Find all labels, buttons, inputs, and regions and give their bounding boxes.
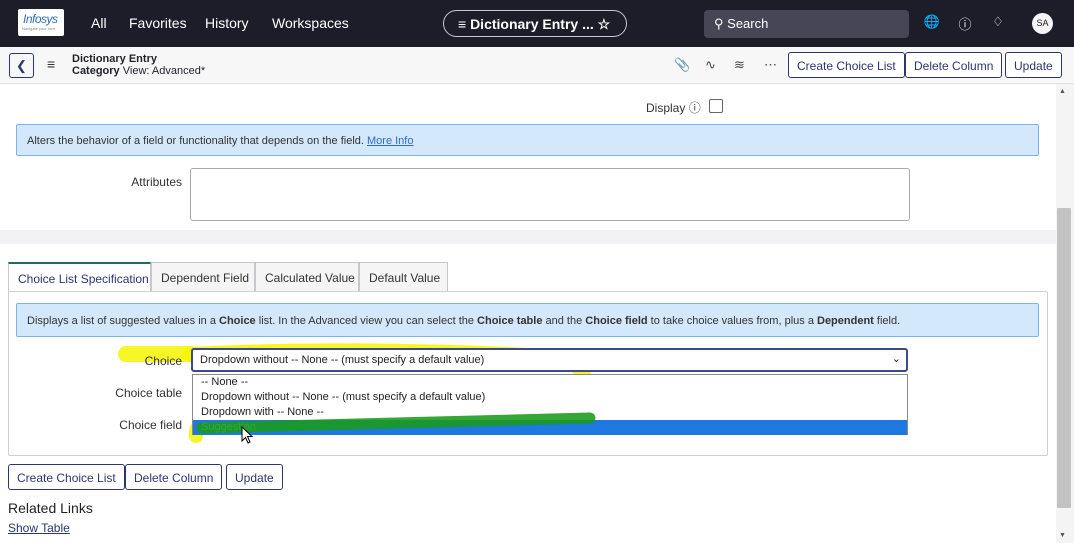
activity-icon[interactable]: ∿ [705, 57, 716, 73]
update-button[interactable]: Update [1005, 52, 1062, 78]
tab-dependent-field[interactable]: Dependent Field [151, 262, 255, 292]
option-none[interactable]: -- None -- [193, 375, 907, 390]
choice-field-label: Choice field [119, 418, 182, 432]
record-header: ❮ ≡ Dictionary Entry Category View: Adva… [0, 47, 1074, 84]
top-navigation-bar: Infosys Navigate your next All Favorites… [0, 0, 1074, 47]
choice-dropdown-list: -- None -- Dropdown without -- None -- (… [192, 374, 908, 435]
choice-info-term-field: Choice field [585, 315, 648, 327]
display-checkbox[interactable] [709, 99, 723, 113]
scroll-up-arrow-icon[interactable]: ▲ [1059, 88, 1066, 95]
nav-history[interactable]: History [205, 15, 249, 31]
attributes-label: Attributes [131, 175, 182, 189]
choice-info-text-3: and the [542, 315, 586, 327]
globe-icon[interactable]: 🌐 [923, 14, 941, 32]
company-logo[interactable]: Infosys Navigate your next [18, 9, 64, 36]
show-table-link[interactable]: Show Table [8, 521, 70, 535]
option-suggestion[interactable]: Suggestion [193, 420, 907, 435]
help-circle-icon[interactable]: ⓘ [689, 101, 701, 115]
chevron-down-icon: ⌄ [891, 353, 901, 365]
more-info-link[interactable]: More Info [367, 135, 413, 147]
paperclip-icon[interactable]: 📎 [674, 57, 690, 73]
nav-all[interactable]: All [91, 15, 107, 31]
back-button[interactable]: ❮ [9, 53, 34, 78]
attributes-info-box: Alters the behavior of a field or functi… [16, 124, 1039, 156]
create-choice-list-button[interactable]: Create Choice List [788, 52, 905, 78]
record-pill-label: Dictionary Entry ... [470, 16, 594, 32]
choice-table-label: Choice table [115, 386, 182, 400]
logo-text: Infosys [23, 12, 58, 26]
view-label: View: Advanced* [122, 65, 206, 77]
bottom-update-button[interactable]: Update [226, 464, 283, 490]
record-title: Dictionary Entry Category View: Advanced… [72, 53, 205, 77]
global-search[interactable]: ⚲ Search [704, 10, 909, 38]
choice-info-text-2: list. In the Advanced view you can selec… [255, 315, 478, 327]
scrollbar-thumb[interactable] [1057, 208, 1071, 508]
choice-select-value: Dropdown without -- None -- (must specif… [200, 354, 485, 366]
record-type: Dictionary Entry [72, 53, 157, 65]
option-dropdown-with-none[interactable]: Dropdown with -- None -- [193, 405, 907, 420]
choice-info-text-1: Displays a list of suggested values in a [27, 315, 219, 327]
choice-info-term-table: Choice table [477, 315, 543, 327]
bottom-delete-column-button[interactable]: Delete Column [125, 464, 223, 490]
scroll-down-arrow-icon[interactable]: ▼ [1059, 532, 1066, 539]
user-avatar[interactable]: SA [1032, 13, 1053, 34]
help-icon[interactable]: ⓘ [956, 14, 974, 32]
choice-info-text-4: to take choice values from, plus a [647, 315, 817, 327]
star-icon[interactable]: ☆ [598, 16, 611, 32]
choice-info-text-5: field. [873, 315, 901, 327]
choice-info-term-dependent: Dependent [817, 315, 874, 327]
search-icon: ⚲ [714, 16, 724, 31]
list-icon: ≡ [458, 16, 467, 32]
display-field: Display ⓘ [646, 99, 701, 116]
attributes-textarea[interactable] [190, 168, 910, 221]
menu-icon[interactable]: ≡ [47, 56, 55, 72]
attributes-info-text: Alters the behavior of a field or functi… [27, 135, 364, 147]
record-name: Category [72, 65, 120, 77]
nav-workspaces[interactable]: Workspaces [272, 15, 349, 31]
record-context-pill[interactable]: ≡ Dictionary Entry ... ☆ [443, 10, 627, 37]
tab-default-value[interactable]: Default Value [359, 262, 448, 292]
related-links-heading: Related Links [8, 500, 93, 516]
choice-select[interactable]: Dropdown without -- None -- (must specif… [191, 348, 908, 372]
option-dropdown-without-none[interactable]: Dropdown without -- None -- (must specif… [193, 390, 907, 405]
bell-icon[interactable]: ♢ [989, 14, 1007, 32]
delete-column-button[interactable]: Delete Column [905, 52, 1003, 78]
tab-choice-list-specification[interactable]: Choice List Specification [8, 262, 151, 292]
logo-tagline: Navigate your next [22, 26, 56, 31]
nav-favorites[interactable]: Favorites [129, 15, 187, 31]
choice-info-box: Displays a list of suggested values in a… [16, 303, 1039, 337]
more-options-icon[interactable]: ⋯ [764, 57, 777, 73]
search-placeholder: Search [727, 16, 769, 31]
section-divider [0, 230, 1056, 244]
tab-calculated-value[interactable]: Calculated Value [255, 262, 359, 292]
bottom-create-choice-list-button[interactable]: Create Choice List [8, 464, 125, 490]
display-label: Display [646, 101, 686, 115]
choice-label: Choice [144, 354, 182, 368]
choice-info-term-choice: Choice [219, 315, 256, 327]
settings-sliders-icon[interactable]: ≋ [734, 57, 745, 73]
